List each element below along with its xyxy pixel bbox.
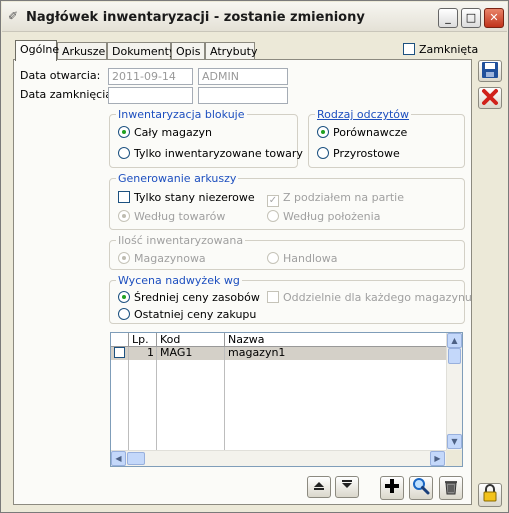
grid-column-divider: [224, 347, 225, 450]
reading-type-group: Rodzaj odczytów Porównawcze Przyrostowe: [308, 108, 465, 168]
quantity-group-title: Ilość inwentaryzowana: [116, 234, 246, 247]
blocking-option-whole[interactable]: Cały magazyn: [118, 126, 212, 139]
separate-per-warehouse-checkbox-box[interactable]: [267, 291, 279, 303]
nonzero-checkbox[interactable]: Tylko stany niezerowe: [118, 191, 255, 204]
vertical-scroll-thumb[interactable]: [448, 348, 461, 364]
radio-unselected[interactable]: [118, 308, 130, 320]
grid-header-nazwa[interactable]: Nazwa: [225, 333, 446, 347]
warehouse-grid[interactable]: Lp. Kod Nazwa 1 MAG1 magazyn1 ▲ ▼ ◀ ▶: [110, 332, 463, 467]
closed-checkbox-label: Zamknięta: [419, 43, 479, 56]
closed-date-field[interactable]: [108, 87, 193, 104]
pencil-icon: ✐: [8, 9, 19, 23]
nonzero-checkbox-box[interactable]: [118, 191, 130, 203]
radio-unselected[interactable]: [267, 252, 279, 264]
scroll-up-button[interactable]: ▲: [447, 333, 462, 348]
quantity-group: Ilość inwentaryzowana Magazynowa Handlow…: [109, 234, 465, 270]
horizontal-scrollbar[interactable]: ◀ ▶: [111, 450, 446, 466]
closed-date-label: Data zamknięcia:: [20, 88, 116, 101]
closed-checkbox-box[interactable]: [403, 43, 415, 55]
grid-header-kod[interactable]: Kod: [157, 333, 225, 347]
by-goods-radio[interactable]: Według towarów: [118, 210, 225, 223]
row-lp: 1: [147, 346, 154, 359]
arrow-up-icon: [314, 482, 324, 490]
closed-checkbox[interactable]: Zamknięta: [403, 43, 478, 56]
title-bar[interactable]: ✐ Nagłówek inwentaryzacji - zostanie zmi…: [2, 2, 507, 32]
scroll-left-button[interactable]: ◀: [111, 451, 126, 466]
move-up-button[interactable]: [307, 476, 331, 498]
radio-unselected[interactable]: [267, 210, 279, 222]
partition-checkbox[interactable]: ✓ Z podziałem na partie: [267, 191, 404, 207]
valuation-option-average[interactable]: Średniej ceny zasobów: [118, 291, 260, 304]
reading-type-group-title: Rodzaj odczytów: [315, 108, 412, 121]
search-button[interactable]: [409, 476, 433, 500]
quantity-option-warehouse[interactable]: Magazynowa: [118, 252, 206, 265]
closed-user-field[interactable]: [198, 87, 288, 104]
row-checkbox[interactable]: [114, 347, 125, 358]
radio-unselected[interactable]: [317, 147, 329, 159]
tab-opis[interactable]: Opis: [171, 42, 205, 60]
plus-icon: [385, 479, 399, 493]
dialog-window: ✐ Nagłówek inwentaryzacji - zostanie zmi…: [0, 0, 509, 513]
scroll-down-button[interactable]: ▼: [447, 434, 462, 449]
opened-user-field: ADMIN: [198, 68, 288, 85]
radio-selected[interactable]: [317, 126, 329, 138]
radio-selected[interactable]: [118, 291, 130, 303]
magnifier-icon: [413, 478, 430, 495]
grid-header-check: [111, 333, 129, 347]
minimize-button[interactable]: _: [438, 8, 458, 28]
row-kod: MAG1: [160, 346, 193, 359]
radio-selected[interactable]: [118, 210, 130, 222]
scroll-right-button[interactable]: ▶: [430, 451, 445, 466]
blocking-group-title: Inwentaryzacja blokuje: [116, 108, 247, 121]
grid-column-divider: [156, 347, 157, 450]
floppy-disk-icon: [482, 62, 498, 78]
by-location-radio[interactable]: Według położenia: [267, 210, 380, 223]
window-title: Nagłówek inwentaryzacji - zostanie zmien…: [26, 10, 365, 25]
close-button[interactable]: ✕: [484, 8, 504, 28]
separate-per-warehouse-checkbox[interactable]: Oddzielnie dla każdego magazynu: [267, 291, 472, 304]
grid-header-lp[interactable]: Lp.: [129, 333, 157, 347]
save-button[interactable]: [478, 60, 502, 82]
valuation-option-last-purchase[interactable]: Ostatniej ceny zakupu: [118, 308, 256, 321]
move-down-button[interactable]: [335, 476, 359, 498]
delete-button[interactable]: [439, 476, 463, 500]
horizontal-scroll-thumb[interactable]: [127, 452, 145, 465]
reading-option-comparative[interactable]: Porównawcze: [317, 126, 407, 139]
valuation-group: Wycena nadwyżek wg Średniej ceny zasobów…: [109, 274, 472, 324]
arrow-down-icon: [342, 480, 352, 488]
row-nazwa: magazyn1: [228, 346, 286, 359]
tab-arkusze[interactable]: Arkusze: [57, 42, 107, 60]
grid-column-divider: [128, 347, 129, 450]
maximize-button[interactable]: □: [461, 8, 481, 28]
opened-date-field: 2011-09-14: [108, 68, 193, 85]
quantity-option-trade[interactable]: Handlowa: [267, 252, 338, 265]
padlock-icon: [483, 484, 497, 502]
reading-option-incremental[interactable]: Przyrostowe: [317, 147, 400, 160]
add-button[interactable]: [380, 476, 404, 500]
blocking-option-inventoried[interactable]: Tylko inwentaryzowane towary: [118, 147, 303, 160]
tab-ogolne[interactable]: Ogólne: [15, 40, 59, 61]
sheet-generation-group: Generowanie arkuszy Tylko stany niezerow…: [109, 172, 465, 230]
lock-button[interactable]: [478, 483, 502, 507]
radio-selected[interactable]: [118, 126, 130, 138]
table-row[interactable]: 1 MAG1 magazyn1: [111, 347, 446, 360]
valuation-group-title: Wycena nadwyżek wg: [116, 274, 242, 287]
red-x-icon: [482, 89, 498, 105]
scrollbar-corner: [446, 450, 462, 466]
radio-unselected[interactable]: [118, 147, 130, 159]
vertical-scrollbar[interactable]: ▲ ▼: [446, 333, 462, 450]
tab-dokumenty[interactable]: Dokumenty: [107, 42, 175, 60]
tab-atrybuty[interactable]: Atrybuty: [205, 42, 257, 60]
blocking-group: Inwentaryzacja blokuje Cały magazyn Tylk…: [109, 108, 303, 168]
row-checkbox-cell[interactable]: [111, 347, 129, 360]
grid-header: Lp. Kod Nazwa: [111, 333, 446, 347]
opened-date-label: Data otwarcia:: [20, 69, 101, 82]
partition-checkbox-box[interactable]: ✓: [267, 195, 279, 207]
sheet-generation-group-title: Generowanie arkuszy: [116, 172, 239, 185]
trash-icon: [445, 481, 457, 495]
radio-selected[interactable]: [118, 252, 130, 264]
cancel-button[interactable]: [478, 87, 502, 109]
